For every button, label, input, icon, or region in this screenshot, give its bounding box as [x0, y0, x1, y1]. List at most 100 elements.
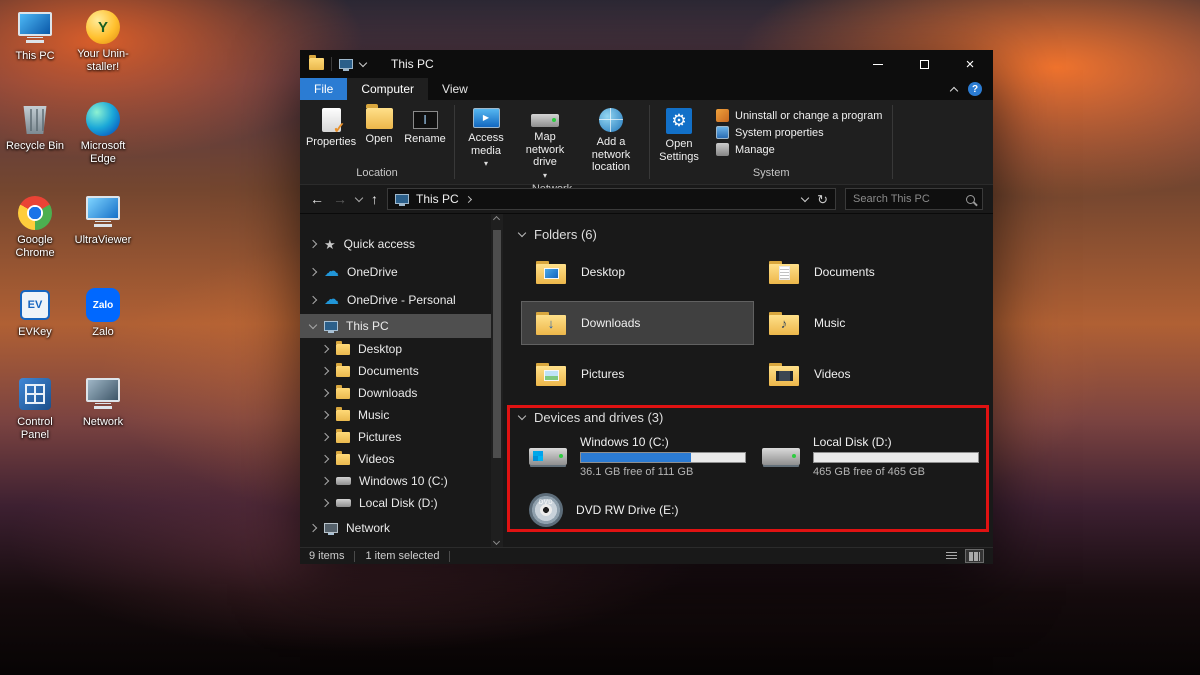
chevron-right-icon[interactable]: [309, 240, 317, 248]
titlebar[interactable]: This PC: [300, 50, 993, 78]
sidebar-item-quick-access[interactable]: Quick access: [300, 230, 491, 258]
add-network-location-button[interactable]: Add a network location: [578, 107, 644, 175]
tab-file[interactable]: File: [300, 78, 347, 100]
folders-section-header[interactable]: Folders (6): [519, 224, 993, 244]
sidebar-item-pictures[interactable]: Pictures: [300, 426, 491, 448]
uninstall-program-button[interactable]: Uninstall or change a program: [716, 109, 882, 122]
breadcrumb[interactable]: This PC: [387, 188, 836, 210]
chevron-right-icon[interactable]: [321, 477, 329, 485]
desktop-icon-your-uninstaller[interactable]: Your Unin-staller!: [70, 4, 136, 74]
desktop-icon-label: Recycle Bin: [6, 140, 64, 153]
desktop-icon-network[interactable]: Network: [70, 372, 136, 429]
folder-item-music[interactable]: Music: [754, 301, 987, 345]
control-panel-icon: [19, 372, 51, 412]
chevron-right-icon[interactable]: [309, 524, 317, 532]
computer-icon[interactable]: [339, 59, 353, 69]
chevron-down-icon[interactable]: [359, 58, 367, 66]
sidebar-item-videos[interactable]: Videos: [300, 448, 491, 470]
recent-locations-icon[interactable]: [355, 193, 363, 201]
scroll-up-icon[interactable]: [493, 216, 500, 223]
scrollbar-thumb[interactable]: [493, 230, 501, 458]
drive-item-windows-10-c[interactable]: Windows 10 (C:) 36.1 GB free of 111 GB: [521, 431, 754, 481]
chevron-right-icon[interactable]: [321, 367, 329, 375]
drive-name: DVD RW Drive (E:): [576, 503, 678, 517]
chevron-right-icon[interactable]: [321, 411, 329, 419]
chevron-right-icon[interactable]: [465, 195, 472, 202]
drive-item-local-disk-d[interactable]: Local Disk (D:) 465 GB free of 465 GB: [754, 431, 987, 481]
sidebar-item-windows-10-c[interactable]: Windows 10 (C:): [300, 470, 491, 492]
desktop-icon-zalo[interactable]: Zalo: [70, 282, 136, 339]
sidebar-item-desktop[interactable]: Desktop: [300, 338, 491, 360]
desktop-icon-recycle-bin[interactable]: Recycle Bin: [2, 96, 68, 153]
sidebar-scrollbar[interactable]: [491, 214, 503, 547]
open-button[interactable]: Open: [359, 107, 399, 147]
open-settings-button[interactable]: Open Settings: [655, 107, 703, 164]
list-view-icon: [946, 552, 957, 561]
chevron-down-icon[interactable]: [518, 228, 526, 236]
desktop-icon-control-panel[interactable]: Control Panel: [2, 372, 68, 442]
chevron-right-icon[interactable]: [321, 389, 329, 397]
manage-button[interactable]: Manage: [716, 143, 882, 156]
sidebar-item-downloads[interactable]: Downloads: [300, 382, 491, 404]
button-label: Map network drive: [517, 131, 573, 169]
refresh-icon[interactable]: [817, 193, 828, 206]
forward-button[interactable]: [333, 192, 347, 206]
folder-item-videos[interactable]: Videos: [754, 352, 987, 396]
sidebar-item-local-disk-d[interactable]: Local Disk (D:): [300, 492, 491, 514]
help-icon[interactable]: [968, 82, 982, 96]
chevron-right-icon[interactable]: [321, 433, 329, 441]
chevron-right-icon[interactable]: [309, 268, 317, 276]
folder-item-desktop[interactable]: Desktop: [521, 250, 754, 294]
sidebar-item-this-pc[interactable]: This PC: [300, 314, 491, 338]
desktop-icon-microsoft-edge[interactable]: Microsoft Edge: [70, 96, 136, 166]
properties-button[interactable]: Properties: [305, 107, 357, 150]
desktop-icon-evkey[interactable]: EVKey: [2, 282, 68, 339]
search-icon[interactable]: [966, 195, 975, 204]
map-network-drive-button[interactable]: Map network drive: [514, 107, 576, 183]
folder-icon: [336, 432, 350, 443]
search-input[interactable]: [853, 193, 962, 205]
folder-item-documents[interactable]: Documents: [754, 250, 987, 294]
desktop-icon-google-chrome[interactable]: Google Chrome: [2, 190, 68, 260]
sidebar-item-network[interactable]: Network: [300, 514, 491, 542]
tab-computer[interactable]: Computer: [347, 78, 428, 100]
chevron-right-icon[interactable]: [321, 455, 329, 463]
chevron-right-icon[interactable]: [321, 345, 329, 353]
pictures-folder-icon: [536, 363, 566, 386]
back-button[interactable]: [310, 192, 324, 206]
documents-folder-icon: [769, 261, 799, 284]
folder-item-pictures[interactable]: Pictures: [521, 352, 754, 396]
music-folder-icon: [769, 312, 799, 335]
folder-item-downloads[interactable]: Downloads: [521, 301, 754, 345]
chevron-right-icon[interactable]: [309, 296, 317, 304]
maximize-button[interactable]: [901, 50, 947, 78]
minimize-button[interactable]: [855, 50, 901, 78]
chevron-right-icon[interactable]: [321, 499, 329, 507]
sidebar-item-music[interactable]: Music: [300, 404, 491, 426]
devices-section-header[interactable]: Devices and drives (3): [519, 407, 993, 427]
folder-name: Videos: [814, 367, 850, 381]
breadcrumb-location[interactable]: This PC: [416, 192, 459, 206]
status-bar: 9 items 1 item selected: [300, 547, 993, 564]
tab-view[interactable]: View: [428, 78, 482, 100]
chevron-down-icon[interactable]: [518, 411, 526, 419]
scroll-down-icon[interactable]: [493, 538, 500, 545]
desktop-icon-this-pc[interactable]: This PC: [2, 6, 68, 63]
system-properties-button[interactable]: System properties: [716, 126, 882, 139]
address-dropdown-icon[interactable]: [801, 193, 809, 201]
sidebar-item-documents[interactable]: Documents: [300, 360, 491, 382]
collapse-ribbon-icon[interactable]: [950, 86, 958, 94]
chevron-down-icon[interactable]: [309, 320, 317, 328]
rename-button[interactable]: Rename: [401, 107, 449, 147]
access-media-button[interactable]: Access media: [460, 107, 512, 171]
details-view-button[interactable]: [942, 549, 961, 563]
desktop-icon-ultraviewer[interactable]: UltraViewer: [70, 190, 136, 247]
drive-capacity-bar: [813, 452, 979, 463]
drive-item-dvd-rw-e[interactable]: DVD DVD RW Drive (E:): [521, 485, 754, 535]
sidebar-item-onedrive[interactable]: OneDrive: [300, 258, 491, 286]
sidebar-item-onedrive-personal[interactable]: OneDrive - Personal: [300, 286, 491, 314]
desktop-icon-label: Zalo: [92, 326, 113, 339]
large-icons-view-button[interactable]: [965, 549, 984, 563]
up-button[interactable]: [371, 192, 378, 206]
close-button[interactable]: [947, 50, 993, 78]
